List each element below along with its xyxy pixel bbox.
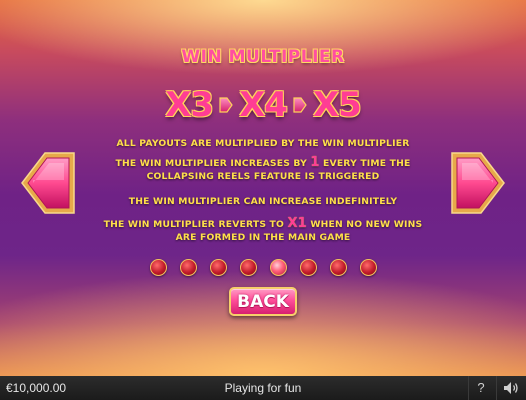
rule-text-2: THE WIN MULTIPLIER INCREASES BY 1 EVERY … (115, 155, 411, 182)
page-dot[interactable] (329, 259, 347, 276)
revert-value: X1 (287, 216, 307, 231)
back-button[interactable]: BACK (229, 287, 297, 316)
page-dot[interactable] (269, 259, 287, 276)
footer-bar: €10,000.00 Playing for fun ? (0, 376, 526, 400)
rule-text-3: THE WIN MULTIPLIER CAN INCREASE INDEFINI… (128, 196, 398, 207)
page-dot[interactable] (179, 259, 197, 276)
help-button[interactable]: ? (468, 376, 493, 400)
increase-value: 1 (310, 155, 320, 170)
page-indicator (0, 259, 526, 277)
rule-text-1: ALL PAYOUTS ARE MULTIPLIED BY THE WIN MU… (116, 138, 410, 149)
sound-button[interactable] (496, 376, 525, 400)
page-dot[interactable] (299, 259, 317, 276)
prev-page-button[interactable] (19, 150, 77, 216)
page-dot[interactable] (359, 259, 377, 276)
page-dot[interactable] (209, 259, 227, 276)
multiplier-x3: X3 (165, 85, 214, 125)
paytable-screen: WIN MULTIPLIER X3 X4 X5 ALL PAYOUTS ARE … (0, 0, 526, 376)
multiplier-sequence: X3 X4 X5 (0, 83, 526, 127)
page-title: WIN MULTIPLIER (181, 47, 345, 67)
multiplier-x4: X4 (239, 85, 288, 125)
next-page-button[interactable] (449, 150, 507, 216)
arrow-right-icon (293, 97, 307, 113)
page-dot[interactable] (149, 259, 167, 276)
rule-text-4: THE WIN MULTIPLIER REVERTS TO X1 WHEN NO… (103, 216, 423, 243)
speaker-icon (504, 382, 518, 394)
multiplier-x5: X5 (312, 85, 362, 125)
page-dot[interactable] (239, 259, 257, 276)
play-mode-label: Playing for fun (224, 381, 302, 395)
arrow-right-icon (219, 97, 233, 113)
